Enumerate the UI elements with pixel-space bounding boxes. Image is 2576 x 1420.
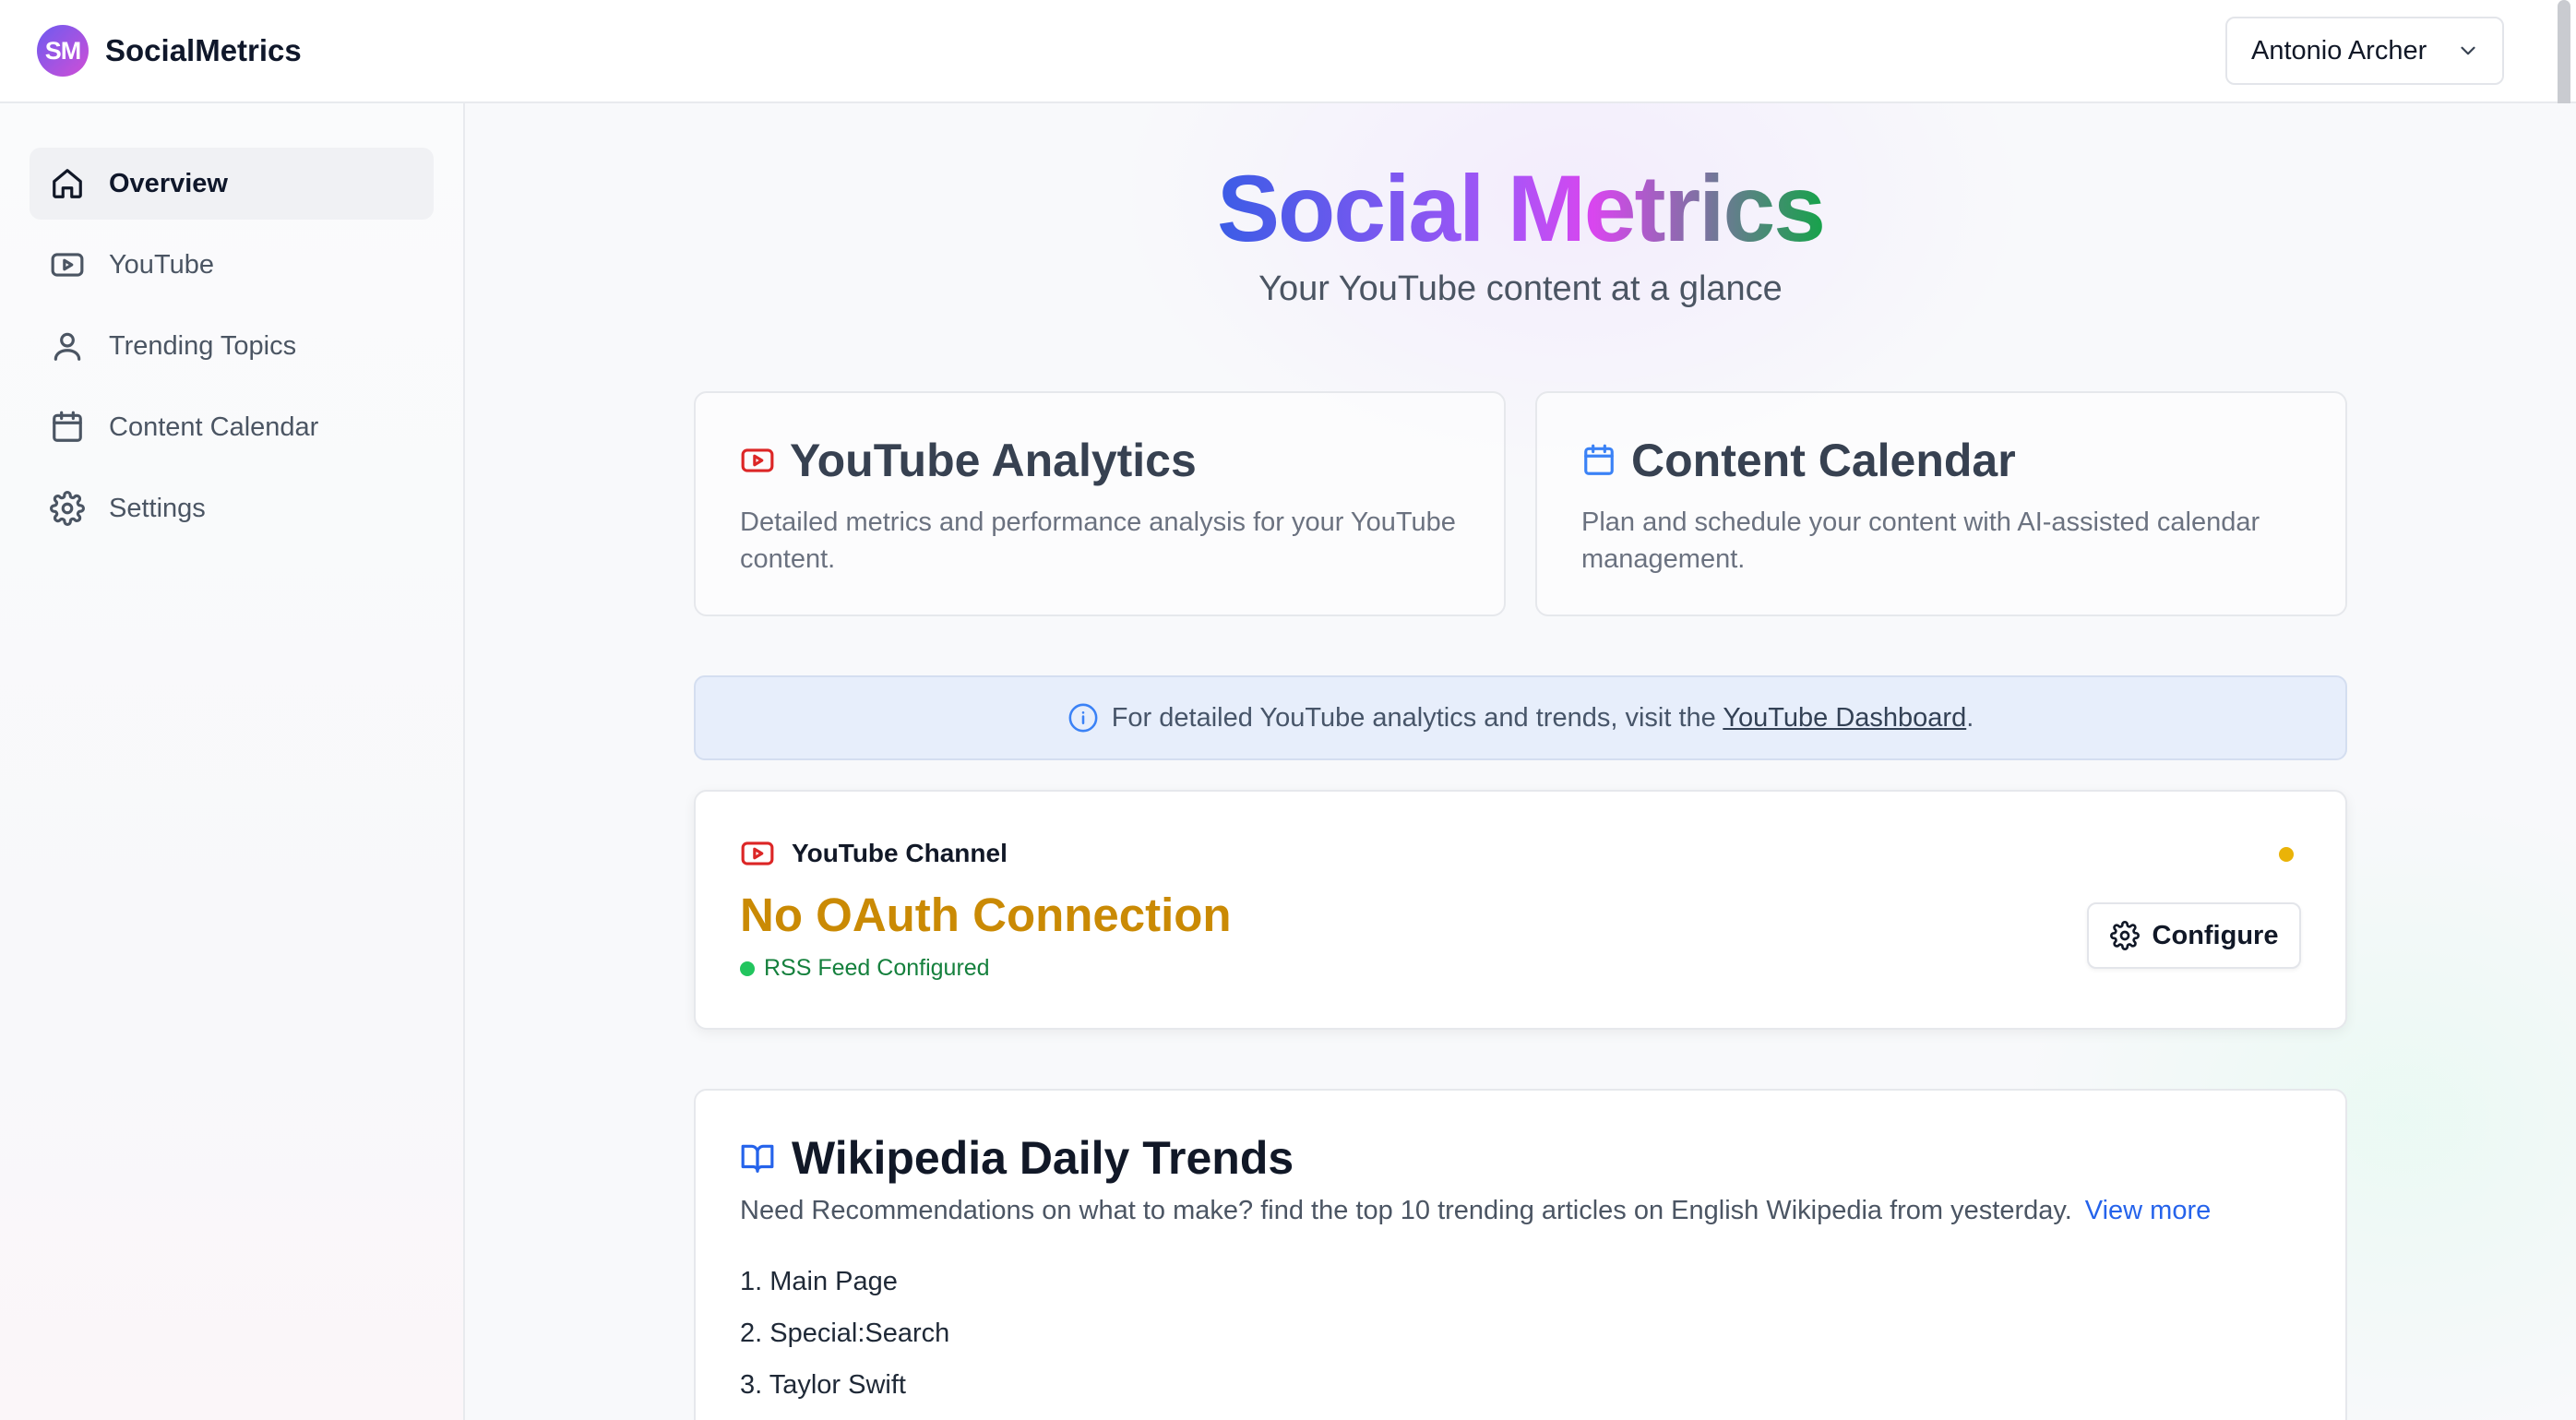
sidebar-item-label: Trending Topics	[109, 330, 297, 361]
list-item[interactable]: 2. Special:Search	[740, 1315, 2301, 1366]
page-subtitle: Your YouTube content at a glance	[1258, 269, 1783, 308]
sidebar-item-trending-topics[interactable]: Trending Topics	[30, 310, 434, 382]
card-title: Wikipedia Daily Trends	[740, 1131, 2301, 1185]
sidebar-item-settings[interactable]: Settings	[30, 472, 434, 544]
top-header: SM SocialMetrics Antonio Archer	[0, 0, 2576, 103]
sidebar-item-label: Settings	[109, 493, 206, 523]
status-indicator	[2279, 847, 2294, 862]
list-item[interactable]: 1. Main Page	[740, 1263, 2301, 1315]
youtube-icon	[51, 253, 84, 277]
brand-name: SocialMetrics	[105, 33, 302, 67]
youtube-dashboard-link[interactable]: YouTube Dashboard	[1723, 703, 1966, 733]
chevron-down-icon	[2461, 46, 2475, 55]
sidebar: Overview YouTube Trending Topics Content…	[0, 103, 465, 1420]
sidebar-item-label: Content Calendar	[109, 412, 319, 442]
card-description: Detailed metrics and performance analysi…	[740, 507, 1456, 574]
sidebar-item-overview[interactable]: Overview	[30, 148, 434, 220]
list-item[interactable]: 3. Taylor Swift	[740, 1366, 2301, 1418]
book-icon	[741, 1144, 774, 1173]
connection-status: No OAuth Connection	[740, 889, 1232, 941]
rss-status-dot	[740, 961, 755, 976]
card-title: YouTube Analytics	[740, 434, 1460, 487]
youtube-channel-card: YouTube Channel No OAuth Connection RSS …	[694, 790, 2347, 1030]
info-text: For detailed YouTube analytics and trend…	[1111, 702, 1974, 733]
info-banner: For detailed YouTube analytics and trend…	[694, 675, 2347, 760]
content-calendar-card[interactable]: Content Calendar Plan and schedule your …	[1535, 391, 2347, 616]
card-title: Content Calendar	[1581, 434, 2301, 487]
calendar-icon	[53, 411, 82, 442]
calendar-icon	[1584, 444, 1614, 475]
user-icon	[54, 332, 81, 361]
rss-status: RSS Feed Configured	[740, 955, 2301, 982]
configure-label: Configure	[2152, 920, 2279, 950]
youtube-analytics-card[interactable]: YouTube Analytics Detailed metrics and p…	[694, 391, 1506, 616]
user-menu-button[interactable]: Antonio Archer	[2225, 17, 2504, 85]
view-more-link[interactable]: View more	[2085, 1196, 2211, 1225]
sidebar-item-label: YouTube	[109, 249, 214, 280]
card-description: Need Recommendations on what to make? fi…	[740, 1196, 2212, 1225]
sidebar-item-youtube[interactable]: YouTube	[30, 229, 434, 301]
brand-logo: SM	[37, 25, 89, 77]
configure-button[interactable]: Configure	[2087, 902, 2301, 969]
youtube-icon	[741, 448, 774, 472]
sidebar-item-content-calendar[interactable]: Content Calendar	[30, 391, 434, 463]
brand[interactable]: SM SocialMetrics	[37, 25, 302, 77]
gear-icon	[2109, 921, 2140, 950]
card-description: Plan and schedule your content with AI-a…	[1581, 507, 2260, 574]
info-icon	[1068, 703, 1098, 733]
user-name: Antonio Archer	[2251, 35, 2427, 66]
page-title: Social Metrics	[1217, 156, 1826, 261]
home-icon	[53, 169, 82, 198]
trending-articles-list: 1. Main Page 2. Special:Search 3. Taylor…	[740, 1263, 2301, 1418]
wikipedia-trends-card: Wikipedia Daily Trends Need Recommendati…	[694, 1089, 2347, 1420]
sidebar-item-label: Overview	[109, 168, 228, 198]
youtube-icon	[741, 841, 774, 865]
channel-header: YouTube Channel	[740, 836, 2301, 871]
main-content: Social Metrics Your YouTube content at a…	[465, 103, 2576, 1420]
gear-icon	[50, 491, 85, 526]
